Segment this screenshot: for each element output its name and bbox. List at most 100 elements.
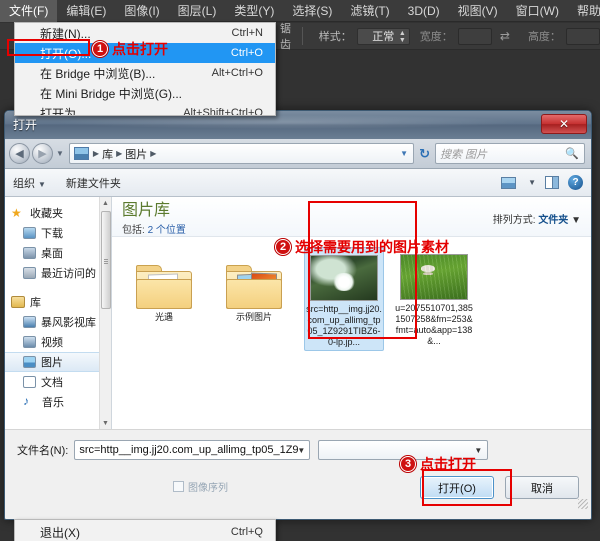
- list-item-label: 光遇: [154, 312, 173, 322]
- width-input[interactable]: [457, 27, 492, 45]
- resize-grip-icon[interactable]: [578, 499, 588, 509]
- menu-item-file[interactable]: 文件(F): [0, 0, 58, 22]
- menu-option-open-as[interactable]: 打开为 Alt+Shift+Ctrl+O: [15, 103, 275, 116]
- menu-item-help[interactable]: 帮助(H): [568, 0, 600, 22]
- menu-item-type[interactable]: 类型(Y): [225, 0, 283, 22]
- annotation-3-text: 点击打开: [420, 457, 476, 473]
- scrollbar-thumb[interactable]: [101, 211, 111, 309]
- menu-item-filter[interactable]: 滤镜(T): [341, 0, 398, 22]
- swap-arrows-icon[interactable]: ⇄: [500, 29, 510, 43]
- scroll-up-icon[interactable]: ▲: [100, 197, 111, 209]
- menu-option-open-accel: Ctrl+O: [230, 47, 263, 59]
- menu-option-exit-accel: Ctrl+Q: [230, 526, 263, 538]
- refresh-icon[interactable]: ↻: [419, 146, 430, 162]
- sidebar-item-libraries[interactable]: 库: [5, 292, 111, 312]
- image-sequence-checkbox-row[interactable]: 图像序列: [173, 479, 228, 494]
- menu-option-browse-bridge[interactable]: 在 Bridge 中浏览(B)... Alt+Ctrl+O: [15, 63, 275, 83]
- new-folder-button[interactable]: 新建文件夹: [66, 175, 121, 191]
- chevron-down-icon[interactable]: ▼: [297, 446, 305, 455]
- arrange-by-control[interactable]: 排列方式: 文件夹 ▼: [493, 211, 581, 226]
- sidebar-scrollbar[interactable]: ▲ ▼: [99, 197, 111, 429]
- sidebar-item-recent-places[interactable]: 最近访问的: [5, 263, 111, 283]
- lotus-flower-thumbnail: [310, 255, 378, 301]
- open-button[interactable]: 打开(O): [420, 476, 494, 499]
- menu-item-layer[interactable]: 图层(L): [169, 0, 226, 22]
- style-select[interactable]: 正常 ▲ ▼: [356, 27, 410, 45]
- menu-item-image[interactable]: 图像(I): [115, 0, 168, 22]
- sidebar-item-libraries-label: 库: [30, 297, 41, 309]
- dialog-navigation-bar: ◀ ▶ ▼ ▶ 库 ▶ 图片 ▶ ▼ ↻ 搜索 图片 🔍: [5, 139, 591, 169]
- scroll-down-icon[interactable]: ▼: [100, 417, 111, 429]
- menu-item-window[interactable]: 窗口(W): [507, 0, 568, 22]
- videos-icon: [23, 336, 36, 348]
- menu-option-open-as-accel: Alt+Shift+Ctrl+O: [183, 107, 263, 115]
- sidebar-item-desktop[interactable]: 桌面: [5, 243, 111, 263]
- file-list-pane: 图片库 包括: 2 个位置 排列方式: 文件夹 ▼ 光遇 示例图片 src=ht…: [112, 197, 591, 429]
- sidebar-item-videos[interactable]: 视频: [5, 332, 111, 352]
- view-layout-icon[interactable]: [501, 176, 517, 189]
- menu-item-3d[interactable]: 3D(D): [399, 0, 449, 22]
- list-item-label: src=http__img.jj20.com_up_allimg_tp05_1Z…: [306, 304, 382, 347]
- breadcrumb-item-pictures[interactable]: 图片: [123, 146, 149, 162]
- navigation-sidebar: ★ 收藏夹 下载 桌面 最近访问的 库 暴风影视库 视频 图片 文档 ♪ 音乐 …: [5, 197, 112, 429]
- list-item[interactable]: src=http__img.jj20.com_up_allimg_tp05_1Z…: [304, 247, 384, 351]
- storm-video-icon: [23, 316, 36, 328]
- sidebar-item-storm-video-label: 暴风影视库: [41, 317, 96, 329]
- folder-icon: [136, 265, 192, 309]
- filename-input[interactable]: src=http__img.jj20.com_up_allimg_tp05_1Z…: [74, 440, 311, 460]
- library-locations-link[interactable]: 2 个位置: [148, 225, 186, 236]
- height-input[interactable]: [565, 27, 600, 45]
- chevron-down-icon[interactable]: ▼: [400, 149, 408, 158]
- view-chevron-down-icon[interactable]: ▼: [528, 178, 536, 187]
- list-item[interactable]: 光遇: [124, 247, 204, 351]
- arrange-by-label: 排列方式:: [492, 215, 536, 226]
- height-label: 高度：: [527, 31, 561, 43]
- menu-item-select[interactable]: 选择(S): [283, 0, 341, 22]
- list-item[interactable]: u=2075510701,3851507258&fm=253&fmt=auto&…: [394, 247, 474, 351]
- sidebar-item-storm-video[interactable]: 暴风影视库: [5, 312, 111, 332]
- organize-button[interactable]: 组织 ▼: [13, 175, 46, 191]
- menu-option-open-label: 打开(O)...: [40, 46, 92, 61]
- forward-arrow-icon[interactable]: ▶: [32, 143, 53, 164]
- menu-option-exit-label: 退出(X): [40, 525, 80, 540]
- sidebar-item-documents-label: 文档: [41, 377, 63, 389]
- annotation-3-badge: 3: [400, 456, 416, 472]
- search-input[interactable]: 搜索 图片 🔍: [435, 143, 585, 164]
- dialog-body: ★ 收藏夹 下载 桌面 最近访问的 库 暴风影视库 视频 图片 文档 ♪ 音乐 …: [5, 197, 591, 429]
- preview-pane-icon[interactable]: [545, 176, 559, 189]
- help-icon[interactable]: ?: [568, 175, 583, 190]
- cancel-button[interactable]: 取消: [505, 476, 579, 499]
- menu-option-browse-mini-bridge[interactable]: 在 Mini Bridge 中浏览(G)...: [15, 83, 275, 103]
- sidebar-item-downloads-label: 下载: [41, 228, 63, 240]
- dialog-toolbar: 组织 ▼ 新建文件夹 ▼ ?: [5, 169, 591, 197]
- sidebar-item-pictures-label: 图片: [41, 357, 63, 369]
- breadcrumb[interactable]: ▶ 库 ▶ 图片 ▶ ▼: [68, 143, 415, 164]
- arrange-by-value: 文件夹: [538, 215, 569, 226]
- menu-item-edit[interactable]: 编辑(E): [57, 0, 115, 22]
- back-arrow-icon[interactable]: ◀: [9, 143, 30, 164]
- close-icon[interactable]: ✕: [541, 114, 587, 134]
- list-item-label: 示例图片: [235, 312, 272, 322]
- open-file-dialog: 打开 ✕ ◀ ▶ ▼ ▶ 库 ▶ 图片 ▶ ▼ ↻ 搜索 图片 🔍 组织 ▼ 新建…: [4, 110, 592, 520]
- menu-option-exit[interactable]: 退出(X) Ctrl+Q: [15, 522, 275, 541]
- documents-icon: [23, 376, 36, 388]
- file-dropdown-menu: 新建(N)... Ctrl+N 打开(O)... Ctrl+O 在 Bridge…: [14, 22, 276, 116]
- menu-option-browse-bridge-label: 在 Bridge 中浏览(B)...: [40, 66, 156, 81]
- history-dropdown-icon[interactable]: ▼: [56, 149, 64, 158]
- menu-option-browse-bridge-accel: Alt+Ctrl+O: [211, 67, 263, 79]
- sidebar-item-music[interactable]: ♪ 音乐: [5, 392, 111, 412]
- annotation-1: 1 点击打开: [92, 39, 168, 59]
- image-sequence-checkbox[interactable]: [173, 481, 184, 492]
- annotation-2-badge: 2: [275, 239, 291, 255]
- list-item-label: u=2075510701,3851507258&fm=253&fmt=auto&…: [395, 303, 473, 346]
- search-icon: 🔍: [565, 148, 579, 160]
- sidebar-item-documents[interactable]: 文档: [5, 372, 111, 392]
- sidebar-item-pictures[interactable]: 图片: [5, 352, 111, 372]
- breadcrumb-item-library[interactable]: 库: [100, 146, 115, 162]
- list-item[interactable]: 示例图片: [214, 247, 294, 351]
- sidebar-item-favorites[interactable]: ★ 收藏夹: [5, 203, 111, 223]
- sidebar-item-downloads[interactable]: 下载: [5, 223, 111, 243]
- menu-item-view[interactable]: 视图(V): [449, 0, 507, 22]
- image-sequence-label: 图像序列: [188, 483, 228, 494]
- stepper-arrows-icon: ▲ ▼: [398, 29, 406, 44]
